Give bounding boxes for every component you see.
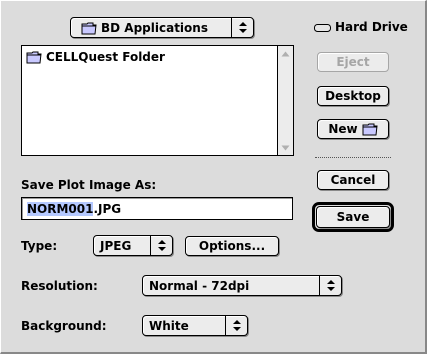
list-item[interactable]: CELLQuest Folder: [26, 50, 165, 64]
desktop-button-label: Desktop: [325, 89, 381, 103]
desktop-button[interactable]: Desktop: [317, 86, 389, 106]
location-popup[interactable]: BD Applications: [70, 17, 254, 38]
background-label: Background:: [21, 319, 107, 333]
resolution-label: Resolution:: [21, 279, 98, 293]
chevron-updown-icon: [150, 236, 172, 255]
chevron-updown-icon: [231, 18, 253, 37]
hard-drive-text: Hard Drive: [335, 20, 408, 34]
type-popup-value: JPEG: [100, 238, 132, 253]
new-folder-button[interactable]: New: [317, 119, 389, 139]
new-button-label: New: [328, 122, 358, 136]
list-item-label: CELLQuest Folder: [46, 50, 165, 64]
options-button-label: Options...: [198, 239, 266, 253]
vertical-scrollbar[interactable]: [277, 46, 293, 155]
options-button[interactable]: Options...: [185, 236, 279, 256]
divider: [315, 157, 391, 158]
file-list[interactable]: CELLQuest Folder: [21, 45, 294, 156]
save-as-label: Save Plot Image As:: [21, 178, 157, 192]
chevron-updown-icon: [225, 316, 247, 335]
scroll-up-arrow-icon[interactable]: [278, 46, 293, 61]
type-popup[interactable]: JPEG: [93, 235, 173, 256]
scroll-down-arrow-icon[interactable]: [278, 140, 293, 155]
cancel-button[interactable]: Cancel: [317, 170, 389, 190]
save-dialog: BD Applications Hard Drive CELLQuest Fol…: [0, 0, 427, 354]
location-popup-label: BD Applications: [101, 20, 208, 35]
save-button-label: Save: [336, 210, 370, 224]
folder-icon: [26, 50, 42, 64]
type-label: Type:: [21, 239, 58, 253]
background-popup-value: White: [149, 318, 189, 333]
cancel-button-label: Cancel: [330, 173, 376, 187]
resolution-popup[interactable]: Normal - 72dpi: [142, 275, 342, 296]
hard-drive-icon: [314, 22, 332, 32]
filename-selected-text: NORM001: [27, 201, 94, 216]
eject-button[interactable]: Eject: [317, 52, 389, 72]
filename-input[interactable]: NORM001 .JPG: [21, 197, 293, 220]
folder-icon: [81, 21, 97, 35]
eject-button-label: Eject: [336, 55, 370, 69]
hard-drive-label[interactable]: Hard Drive: [314, 20, 408, 34]
resolution-popup-value: Normal - 72dpi: [149, 278, 250, 293]
new-folder-icon: [362, 122, 378, 136]
chevron-updown-icon: [319, 276, 341, 295]
save-button[interactable]: Save: [316, 206, 390, 228]
filename-rest-text: .JPG: [93, 201, 122, 216]
background-popup[interactable]: White: [142, 315, 248, 336]
